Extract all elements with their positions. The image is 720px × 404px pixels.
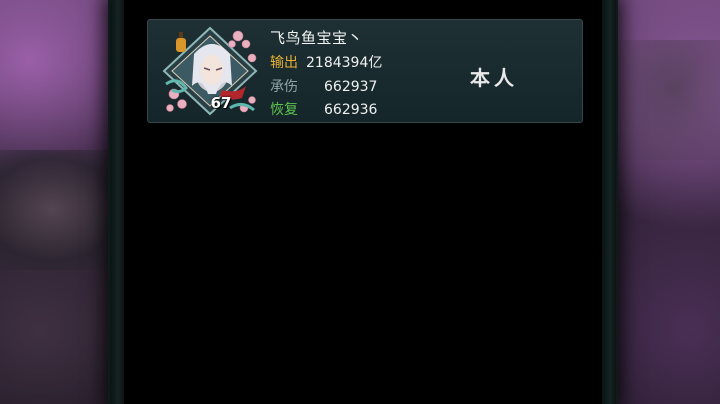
output-label: 输出 xyxy=(270,55,298,71)
panel-border-left xyxy=(110,0,124,404)
panel-border-right xyxy=(602,0,616,404)
damage-taken-value: 662937 xyxy=(324,79,378,95)
heal-value: 662936 xyxy=(324,102,378,118)
output-value: 2184394亿 xyxy=(306,55,383,71)
avatar[interactable]: 67 xyxy=(160,24,260,118)
background-rock xyxy=(610,40,720,160)
heal-label: 恢复 xyxy=(270,102,298,118)
damage-taken-label: 承伤 xyxy=(270,79,298,95)
output-stat: 输出 2184394亿 xyxy=(270,52,382,72)
player-stat-row[interactable]: 67 飞鸟鱼宝宝丶 输出 2184394亿 承伤 662937 恢复 662936 本… xyxy=(147,19,583,123)
level-badge: 67 xyxy=(210,94,232,112)
self-tag: 本人 xyxy=(470,66,518,90)
player-name: 飞鸟鱼宝宝丶 xyxy=(270,29,364,47)
heal-stat: 恢复 662936 xyxy=(270,99,377,119)
damage-taken-stat: 承伤 662937 xyxy=(270,76,377,96)
